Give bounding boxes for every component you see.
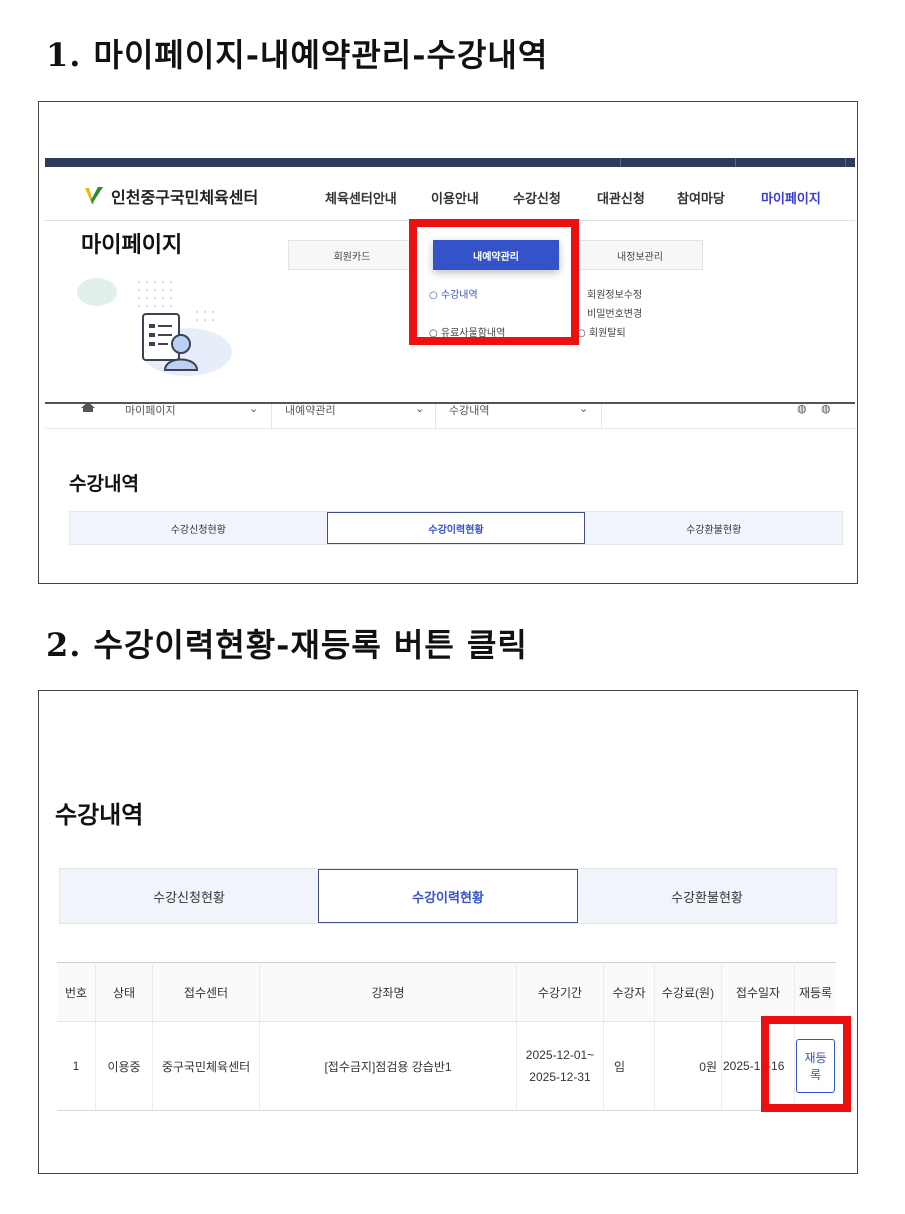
cell-course: [접수금지]점검용 강습반1 [259, 1021, 517, 1111]
chevron-down-icon[interactable]: ⌄ [415, 402, 424, 415]
tab-member-card[interactable]: 회원카드 [288, 240, 416, 270]
gnb-facility-info[interactable]: 체육센터안내 [325, 188, 397, 207]
col-header-no: 번호 [57, 962, 96, 1022]
screenshot-frame-2: 수강내역 수강신청현황 수강이력현황 수강환불현황 번호 상태 접수센터 강좌명… [38, 690, 858, 1174]
tab-my-info[interactable]: 내정보관리 [577, 240, 703, 270]
col-header-reregister: 재등록 [794, 962, 836, 1022]
col-header-course: 강좌명 [259, 962, 517, 1022]
table-row: 1 이용중 중구국민체육센터 [접수금지]점검용 강습반1 2025-12-01… [57, 1021, 836, 1111]
menu-edit-member-info[interactable]: 회원정보수정 [587, 286, 642, 301]
col-header-status: 상태 [95, 962, 153, 1022]
gnb-course-apply[interactable]: 수강신청 [513, 188, 561, 207]
chevron-down-icon[interactable]: ⌄ [579, 402, 588, 415]
gnb-rental-apply[interactable]: 대관신청 [597, 188, 645, 207]
course-tabs: 수강신청현황 수강이력현황 수강환불현황 [69, 511, 843, 545]
gnb-mypage[interactable]: 마이페이지 [761, 188, 821, 207]
col-header-date: 접수일자 [721, 962, 795, 1022]
period-start: 2025-12-01~ [525, 1048, 595, 1062]
mypage-title: 마이페이지 [81, 232, 183, 257]
mypage-illustration [77, 272, 237, 382]
breadcrumb-item-mypage[interactable]: 마이페이지 [125, 402, 176, 418]
chevron-down-icon[interactable]: ⌄ [249, 402, 258, 415]
top-utility-bar [45, 158, 855, 167]
section-title: 수강내역 [55, 802, 144, 829]
breadcrumb-item-course[interactable]: 수강내역 [449, 402, 489, 418]
cell-status: 이용중 [95, 1021, 153, 1111]
tab-application-status[interactable]: 수강신청현황 [60, 869, 318, 923]
table-header-row: 번호 상태 접수센터 강좌명 수강기간 수강자 수강료(원) 접수일자 재등록 [57, 962, 836, 1022]
screenshot-frame-1: 인천중구국민체육센터 체육센터안내 이용안내 수강신청 대관신청 참여마당 마이… [38, 101, 858, 584]
tab-refund-status[interactable]: 수강환불현황 [578, 869, 836, 923]
logo-mark-icon [83, 186, 105, 206]
step-2-title: 2. 수강이력현황-재등록 버튼 클릭 [46, 626, 528, 664]
highlight-box-reregister [761, 1016, 851, 1112]
tab-history-status[interactable]: 수강이력현황 [318, 869, 578, 923]
col-header-student: 수강자 [603, 962, 655, 1022]
tab-history-status[interactable]: 수강이력현황 [326, 512, 586, 544]
gnb-usage-guide[interactable]: 이용안내 [431, 188, 479, 207]
print-icon[interactable]: ◍ [821, 402, 831, 415]
gnb-community[interactable]: 참여마당 [677, 188, 725, 207]
step-1-title: 1. 마이페이지-내예약관리-수강내역 [46, 36, 549, 74]
tab-application-status[interactable]: 수강신청현황 [70, 512, 327, 544]
cell-student: 임 [603, 1021, 655, 1111]
period-end: 2025-12-31 [529, 1070, 591, 1084]
col-header-fee: 수강료(원) [654, 962, 722, 1022]
breadcrumb-item-reservation[interactable]: 내예약관리 [285, 402, 336, 418]
site-logo[interactable]: 인천중구국민체육센터 [83, 184, 258, 208]
course-tabs: 수강신청현황 수강이력현황 수강환불현황 [59, 868, 837, 924]
course-history-table: 번호 상태 접수센터 강좌명 수강기간 수강자 수강료(원) 접수일자 재등록 … [57, 962, 836, 1111]
cell-fee: 0원 [654, 1021, 722, 1111]
menu-change-password[interactable]: 비밀번호변경 [587, 305, 642, 320]
col-header-center: 접수센터 [152, 962, 260, 1022]
cell-center: 중구국민체육센터 [152, 1021, 260, 1111]
site-name: 인천중구국민체육센터 [111, 190, 259, 207]
breadcrumb: 마이페이지 ⌄ 내예약관리 ⌄ 수강내역 ⌄ ◍ ◍ [45, 402, 855, 429]
cell-no: 1 [57, 1021, 96, 1111]
home-icon[interactable] [81, 402, 95, 415]
highlight-box-reservation [409, 219, 579, 345]
share-icon[interactable]: ◍ [797, 402, 807, 415]
cell-period: 2025-12-01~ 2025-12-31 [516, 1021, 604, 1111]
section-title: 수강내역 [69, 474, 139, 495]
menu-withdraw[interactable]: ○ 회원탈퇴 [577, 324, 626, 339]
tab-refund-status[interactable]: 수강환불현황 [585, 512, 842, 544]
col-header-period: 수강기간 [516, 962, 604, 1022]
